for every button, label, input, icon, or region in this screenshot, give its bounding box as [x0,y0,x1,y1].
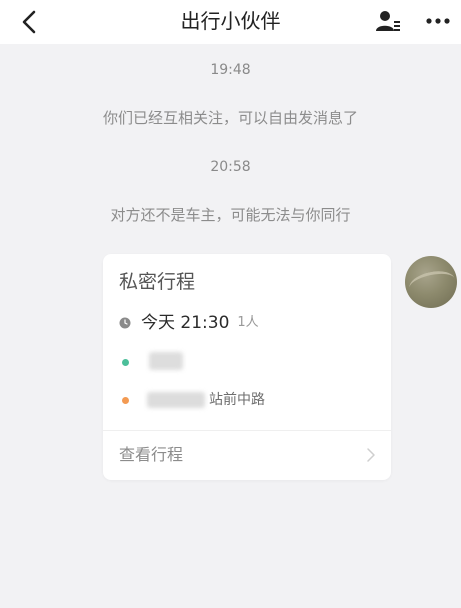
trip-card[interactable]: 私密行程 今天 21:30 1人 站前中路 查看行程 [103,254,391,480]
user-settings-icon [376,11,400,31]
avatar[interactable] [405,256,457,308]
timestamp: 19:48 [210,62,251,78]
start-location-redacted [149,352,183,370]
system-message: 对方还不是车主，可能无法与你同行 [110,206,351,224]
header-bar: 出行小伙伴 [0,0,461,44]
timestamp: 20:58 [210,159,251,175]
start-point-dot [122,359,129,366]
destination-text: 站前中路 [209,392,265,408]
more-dots-icon [426,18,450,24]
passenger-count: 1人 [237,315,259,330]
more-button[interactable] [424,12,452,30]
card-divider [103,430,391,431]
chevron-right-icon [367,448,375,462]
chat-screen: 出行小伙伴 19:48 你们已经互相关注，可以自由发消息了 20:58 对方还不… [0,0,461,608]
trip-time-row: 今天 21:30 1人 [119,312,259,334]
view-trip-link[interactable]: 查看行程 [119,444,183,466]
end-location-redacted [147,392,205,408]
avatar-image-detail [407,267,457,300]
system-message: 你们已经互相关注，可以自由发消息了 [102,109,358,127]
user-settings-button[interactable] [374,9,402,35]
clock-icon [119,317,131,329]
trip-card-title: 私密行程 [119,271,196,293]
end-point-dot [122,397,129,404]
trip-time: 今天 21:30 [141,313,230,333]
